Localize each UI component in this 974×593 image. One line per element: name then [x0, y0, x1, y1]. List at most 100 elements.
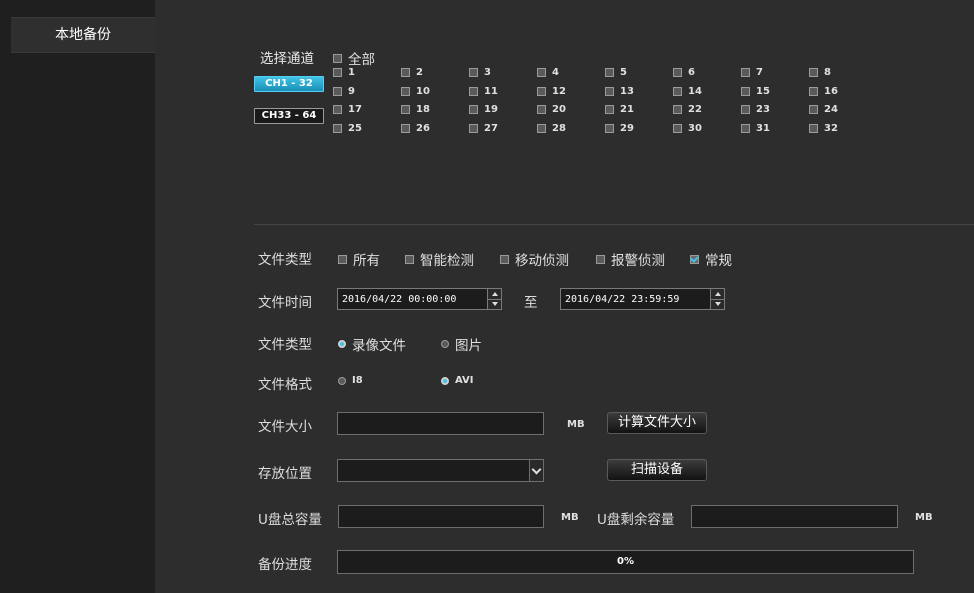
storage-location-select[interactable] [337, 459, 544, 482]
checkbox-box[interactable] [537, 105, 546, 114]
checkbox-box[interactable] [338, 254, 347, 264]
checkbox-box[interactable] [605, 68, 614, 77]
sidebar-item-local-backup[interactable]: 本地备份 [11, 17, 155, 53]
channel-checkbox[interactable]: 7 [741, 67, 763, 78]
checkbox-box[interactable] [333, 53, 342, 63]
checkbox-box[interactable] [605, 105, 614, 114]
checkbox-box[interactable] [537, 124, 546, 133]
channel-checkbox[interactable]: 22 [673, 104, 702, 115]
checkbox-box[interactable] [809, 124, 818, 133]
file-type-regular-checkbox[interactable]: 常规 [690, 249, 732, 269]
checkbox-box[interactable] [401, 87, 410, 96]
channel-checkbox[interactable]: 13 [605, 86, 634, 97]
checkbox-box[interactable] [673, 105, 682, 114]
checkbox-box[interactable] [401, 68, 410, 77]
spin-down-button[interactable] [711, 298, 724, 309]
channel-checkbox[interactable]: 2 [401, 67, 423, 78]
checkbox-box[interactable] [809, 87, 818, 96]
checkbox-box[interactable] [333, 105, 342, 114]
usb-free-capacity-field[interactable] [691, 505, 898, 528]
checkbox-box[interactable] [605, 87, 614, 96]
spin-up-button[interactable] [488, 289, 501, 299]
checkbox-box[interactable] [673, 124, 682, 133]
checkbox-box[interactable] [500, 254, 509, 264]
checkbox-box[interactable] [690, 254, 699, 264]
checkbox-box[interactable] [809, 68, 818, 77]
file-type-all-checkbox[interactable]: 所有 [338, 249, 380, 269]
spin-up-button[interactable] [711, 289, 724, 299]
channel-checkbox[interactable]: 8 [809, 67, 831, 78]
checkbox-box[interactable] [469, 68, 478, 77]
radio-dot[interactable] [338, 376, 346, 385]
radio-dot[interactable] [441, 376, 449, 385]
file-type-smart-detection-checkbox[interactable]: 智能检测 [405, 249, 474, 269]
channel-checkbox[interactable]: 11 [469, 86, 498, 97]
channel-checkbox[interactable]: 29 [605, 123, 634, 134]
checkbox-box[interactable] [673, 87, 682, 96]
checkbox-box[interactable] [333, 124, 342, 133]
file-format-i8-radio[interactable]: I8 [338, 375, 363, 386]
checkbox-box[interactable] [469, 124, 478, 133]
channel-checkbox[interactable]: 14 [673, 86, 702, 97]
checkbox-box[interactable] [333, 87, 342, 96]
scan-device-button[interactable]: 扫描设备 [607, 459, 707, 481]
file-format-avi-radio[interactable]: AVI [441, 375, 474, 386]
channel-group-33-64-button[interactable]: CH33 - 64 [254, 108, 324, 124]
channel-checkbox[interactable]: 18 [401, 104, 430, 115]
radio-dot[interactable] [441, 340, 449, 348]
file-type-alarm-detection-checkbox[interactable]: 报警侦测 [596, 249, 665, 269]
channel-checkbox[interactable]: 12 [537, 86, 566, 97]
checkbox-box[interactable] [405, 254, 414, 264]
checkbox-box[interactable] [605, 124, 614, 133]
checkbox-box[interactable] [401, 124, 410, 133]
channel-checkbox[interactable]: 17 [333, 104, 362, 115]
checkbox-box[interactable] [741, 68, 750, 77]
channel-checkbox[interactable]: 6 [673, 67, 695, 78]
file-size-field[interactable] [337, 412, 544, 435]
channel-group-1-32-button[interactable]: CH1 - 32 [254, 76, 324, 92]
checkbox-box[interactable] [809, 105, 818, 114]
checkbox-box[interactable] [537, 87, 546, 96]
channel-checkbox[interactable]: 19 [469, 104, 498, 115]
checkbox-box[interactable] [469, 87, 478, 96]
channel-checkbox[interactable]: 9 [333, 86, 355, 97]
checkbox-box[interactable] [741, 87, 750, 96]
radio-dot[interactable] [338, 340, 346, 348]
file-type-motion-detection-checkbox[interactable]: 移动侦测 [500, 249, 569, 269]
end-datetime-field[interactable]: 2016/04/22 23:59:59 [560, 288, 725, 310]
channel-checkbox[interactable]: 30 [673, 123, 702, 134]
channel-checkbox[interactable]: 16 [809, 86, 838, 97]
channel-checkbox[interactable]: 21 [605, 104, 634, 115]
media-type-video-radio[interactable]: 录像文件 [338, 334, 406, 354]
channel-checkbox[interactable]: 4 [537, 67, 559, 78]
checkbox-box[interactable] [333, 68, 342, 77]
usb-total-capacity-field[interactable] [338, 505, 544, 528]
channel-checkbox[interactable]: 25 [333, 123, 362, 134]
channel-checkbox[interactable]: 3 [469, 67, 491, 78]
channel-checkbox[interactable]: 10 [401, 86, 430, 97]
channel-checkbox[interactable]: 28 [537, 123, 566, 134]
checkbox-box[interactable] [741, 105, 750, 114]
channel-checkbox[interactable]: 23 [741, 104, 770, 115]
checkbox-box[interactable] [469, 105, 478, 114]
channel-checkbox[interactable]: 31 [741, 123, 770, 134]
channel-checkbox[interactable]: 5 [605, 67, 627, 78]
channel-all-checkbox[interactable]: 全部 [333, 48, 375, 68]
channel-checkbox[interactable]: 27 [469, 123, 498, 134]
checkbox-box[interactable] [401, 105, 410, 114]
channel-checkbox[interactable]: 26 [401, 123, 430, 134]
calculate-file-size-button[interactable]: 计算文件大小 [607, 412, 707, 434]
channel-checkbox[interactable]: 1 [333, 67, 355, 78]
dropdown-button[interactable] [529, 460, 543, 481]
checkbox-box[interactable] [741, 124, 750, 133]
start-datetime-field[interactable]: 2016/04/22 00:00:00 [337, 288, 502, 310]
checkbox-box[interactable] [537, 68, 546, 77]
channel-checkbox[interactable]: 20 [537, 104, 566, 115]
media-type-picture-radio[interactable]: 图片 [441, 334, 482, 354]
channel-checkbox[interactable]: 32 [809, 123, 838, 134]
channel-checkbox[interactable]: 15 [741, 86, 770, 97]
checkbox-box[interactable] [596, 254, 605, 264]
channel-checkbox[interactable]: 24 [809, 104, 838, 115]
checkbox-box[interactable] [673, 68, 682, 77]
spin-down-button[interactable] [488, 298, 501, 309]
